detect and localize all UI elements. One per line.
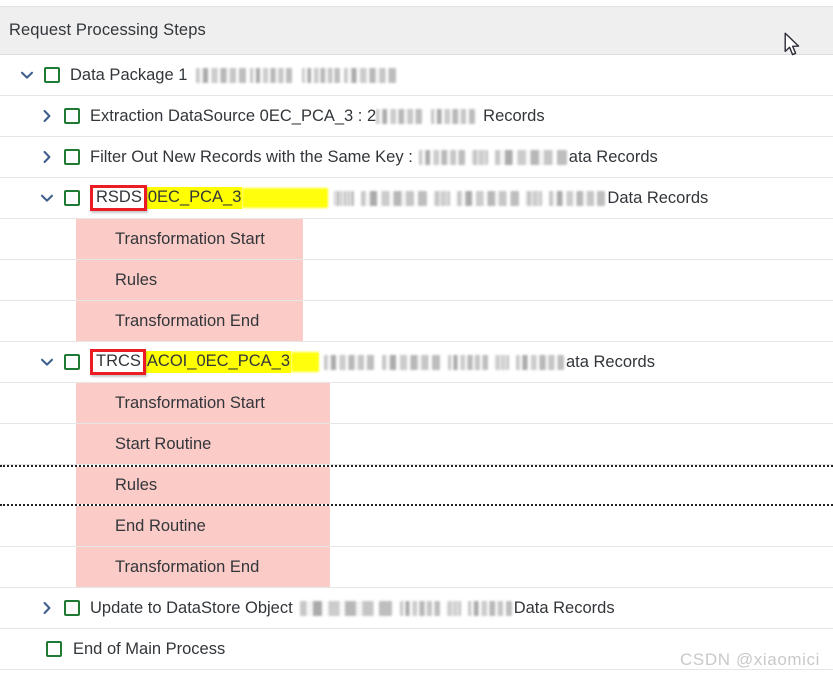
panel-header: Request Processing Steps <box>0 7 833 55</box>
redacted-text <box>361 190 428 206</box>
redacted-text <box>196 67 247 83</box>
redacted-text <box>302 67 341 83</box>
tree-row-trcs-start-routine[interactable]: Start Routine <box>0 424 833 465</box>
redacted-text <box>494 149 567 165</box>
tree-row-label: Data Package 1 <box>70 67 398 84</box>
annotation-redbox-rsds: RSDS <box>90 185 147 211</box>
checkbox-icon[interactable] <box>88 272 104 288</box>
tree-row-label: Transformation End <box>115 557 260 576</box>
redacted-text <box>291 352 319 372</box>
page-title: Request Processing Steps <box>9 21 206 39</box>
redacted-text <box>526 190 543 206</box>
redacted-text <box>516 354 564 370</box>
redacted-text <box>334 190 355 206</box>
tree-row-label: Transformation Start <box>115 393 265 412</box>
tree-row-rsds-rules[interactable]: Rules <box>0 260 833 301</box>
redacted-text <box>434 190 451 206</box>
annotation-redbox-trcs: TRCS <box>90 349 146 375</box>
tree-row-label: RSDS 0EC_PCA_3 Data Records <box>90 185 708 211</box>
group-highlight-rsds <box>76 260 303 300</box>
redacted-text <box>446 600 461 616</box>
checkbox-icon[interactable] <box>88 559 104 575</box>
redacted-text <box>457 190 520 206</box>
redacted-text <box>382 354 440 370</box>
tree-row-data-package-1[interactable]: Data Package 1 <box>0 55 833 96</box>
chevron-right-icon[interactable] <box>38 599 56 617</box>
redacted-text <box>250 67 293 83</box>
checkbox-icon[interactable] <box>64 600 80 616</box>
checkbox-icon[interactable] <box>64 108 80 124</box>
tree-row-trcs-rules[interactable]: Rules <box>0 465 833 506</box>
tree-row-label: End Routine <box>115 516 206 535</box>
redacted-text <box>299 600 392 616</box>
checkbox-icon[interactable] <box>64 190 80 206</box>
tree-row-rsds-transformation-start[interactable]: Transformation Start <box>0 219 833 260</box>
checkbox-icon[interactable] <box>64 354 80 370</box>
redacted-text <box>471 149 488 165</box>
tree-row-label: Rules <box>115 476 158 495</box>
tree-row-trcs-transformation[interactable]: TRCS ACOI_0EC_PCA_3 ata Records <box>0 342 833 383</box>
checkbox-icon[interactable] <box>88 477 104 494</box>
request-processing-steps-panel: Request Processing Steps Data Package 1 <box>0 0 833 680</box>
chevron-down-icon[interactable] <box>18 66 36 84</box>
processing-steps-tree: Data Package 1 Extraction DataSource 0EC… <box>0 55 833 670</box>
redacted-text <box>495 354 509 370</box>
annotation-highlight-rsds: 0EC_PCA_3 <box>146 187 243 209</box>
tree-row-filter-out-new-records[interactable]: Filter Out New Records with the Same Key… <box>0 137 833 178</box>
tree-row-trcs-transformation-start[interactable]: Transformation Start <box>0 383 833 424</box>
tree-row-label: Rules <box>115 270 158 289</box>
tree-row-label: TRCS ACOI_0EC_PCA_3 ata Records <box>90 349 655 375</box>
window-top-strip <box>0 0 833 7</box>
tree-row-rsds-transformation-end[interactable]: Transformation End <box>0 301 833 342</box>
tree-row-extraction-datasource[interactable]: Extraction DataSource 0EC_PCA_3 : 2 Reco… <box>0 96 833 137</box>
chevron-down-icon[interactable] <box>38 189 56 207</box>
redacted-text <box>324 354 374 370</box>
tree-row-label: Extraction DataSource 0EC_PCA_3 : 2 Reco… <box>90 106 545 125</box>
redacted-text <box>399 600 440 616</box>
tree-row-label: Transformation End <box>115 311 260 330</box>
annotation-highlight-trcs: ACOI_0EC_PCA_3 <box>145 351 291 373</box>
checkbox-icon[interactable] <box>88 395 104 411</box>
redacted-text <box>376 108 423 124</box>
redacted-text <box>467 600 512 616</box>
redacted-text <box>448 354 488 370</box>
checkbox-icon[interactable] <box>64 149 80 165</box>
tree-row-label: End of Main Process <box>73 639 226 658</box>
redacted-text <box>242 188 329 208</box>
chevron-right-icon[interactable] <box>38 148 56 166</box>
tree-row-label: Update to DataStore Object Data Records <box>90 598 615 617</box>
watermark: CSDN @xiaomici <box>680 650 820 669</box>
chevron-right-icon[interactable] <box>38 107 56 125</box>
tree-row-update-to-datastore-object[interactable]: Update to DataStore Object Data Records <box>0 588 833 629</box>
tree-row-label: Start Routine <box>115 434 212 453</box>
redacted-text <box>549 190 606 206</box>
tree-row-trcs-end-routine[interactable]: End Routine <box>0 506 833 547</box>
tree-row-trcs-transformation-end[interactable]: Transformation End <box>0 547 833 588</box>
checkbox-icon[interactable] <box>88 436 104 452</box>
redacted-text <box>418 149 465 165</box>
tree-row-label: Filter Out New Records with the Same Key… <box>90 147 658 166</box>
checkbox-icon[interactable] <box>88 231 104 247</box>
checkbox-icon[interactable] <box>88 518 104 534</box>
checkbox-icon[interactable] <box>46 641 62 657</box>
checkbox-icon[interactable] <box>88 313 104 329</box>
tree-row-rsds-transformation[interactable]: RSDS 0EC_PCA_3 Data Records <box>0 178 833 219</box>
redacted-text <box>431 108 476 124</box>
tree-row-label: Transformation Start <box>115 229 265 248</box>
chevron-down-icon[interactable] <box>38 353 56 371</box>
redacted-text <box>344 67 397 83</box>
checkbox-icon[interactable] <box>44 67 60 83</box>
